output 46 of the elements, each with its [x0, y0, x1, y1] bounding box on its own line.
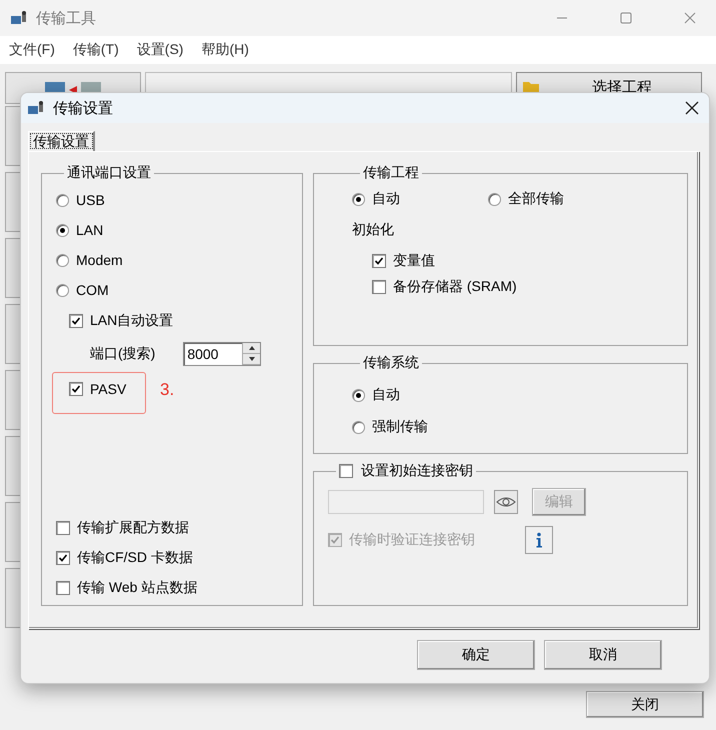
window-title: 传输工具	[36, 8, 96, 28]
down-arrow-icon[interactable]	[248, 357, 255, 361]
check-icon	[71, 384, 81, 394]
show-key-button[interactable]	[494, 490, 518, 514]
radio-option[interactable]: USB	[56, 192, 105, 208]
menu-item[interactable]: 帮助(H)	[201, 41, 249, 59]
checkbox-option[interactable]: 传输扩展配方数据	[56, 519, 189, 537]
check-icon	[330, 535, 340, 545]
group-title: 传输工程	[362, 164, 420, 182]
check-icon	[58, 553, 68, 563]
checkbox-option[interactable]: LAN自动设置	[69, 312, 174, 330]
annotation-label: 3.	[160, 380, 174, 400]
tab[interactable]: 传输设置	[28, 131, 95, 151]
group-title: 通讯端口设置	[66, 164, 152, 182]
checkbox-option[interactable]: 传输 Web 站点数据	[56, 579, 198, 597]
close-button[interactable]: 关闭	[586, 691, 704, 718]
dialog-button[interactable]: 取消	[544, 640, 662, 670]
dialog-button[interactable]: 确定	[417, 640, 535, 670]
checkbox-option[interactable]: 传输CF/SD 卡数据	[56, 549, 193, 567]
eye-icon	[496, 496, 516, 508]
info-button[interactable]	[525, 526, 553, 554]
checkbox-option[interactable]: 变量值	[372, 252, 435, 270]
radio-option[interactable]: 自动	[352, 386, 400, 404]
radio-option[interactable]: LAN	[56, 222, 104, 238]
menu-item[interactable]: 设置(S)	[136, 41, 184, 59]
close-icon[interactable]	[685, 101, 699, 115]
checkbox-option[interactable]: 设置初始连接密钥	[339, 462, 473, 480]
checkbox-option[interactable]: PASV	[69, 381, 126, 397]
check-icon	[71, 316, 81, 326]
radio-option[interactable]: 强制传输	[352, 418, 428, 436]
checkbox-option[interactable]: 备份存储器 (SRAM)	[372, 278, 517, 296]
dialog-title: 传输设置	[53, 98, 113, 118]
check-icon	[374, 256, 384, 266]
radio-option[interactable]: COM	[56, 282, 109, 298]
radio-option[interactable]: 全部传输	[488, 190, 624, 208]
initialize-label: 初始化	[352, 221, 395, 239]
radio-option[interactable]: 自动	[352, 190, 488, 208]
up-arrow-icon[interactable]	[248, 346, 255, 350]
port-label: 端口(搜索)	[90, 345, 156, 363]
menu-item[interactable]: 传输(T)	[72, 41, 119, 59]
port-spinner[interactable]: 8000	[183, 342, 262, 366]
group-title: 传输系统	[362, 354, 420, 372]
info-icon	[535, 532, 543, 548]
maximize-icon[interactable]	[620, 12, 632, 24]
radio-option[interactable]: Modem	[56, 252, 123, 268]
menu-item[interactable]: 文件(F)	[9, 41, 55, 59]
